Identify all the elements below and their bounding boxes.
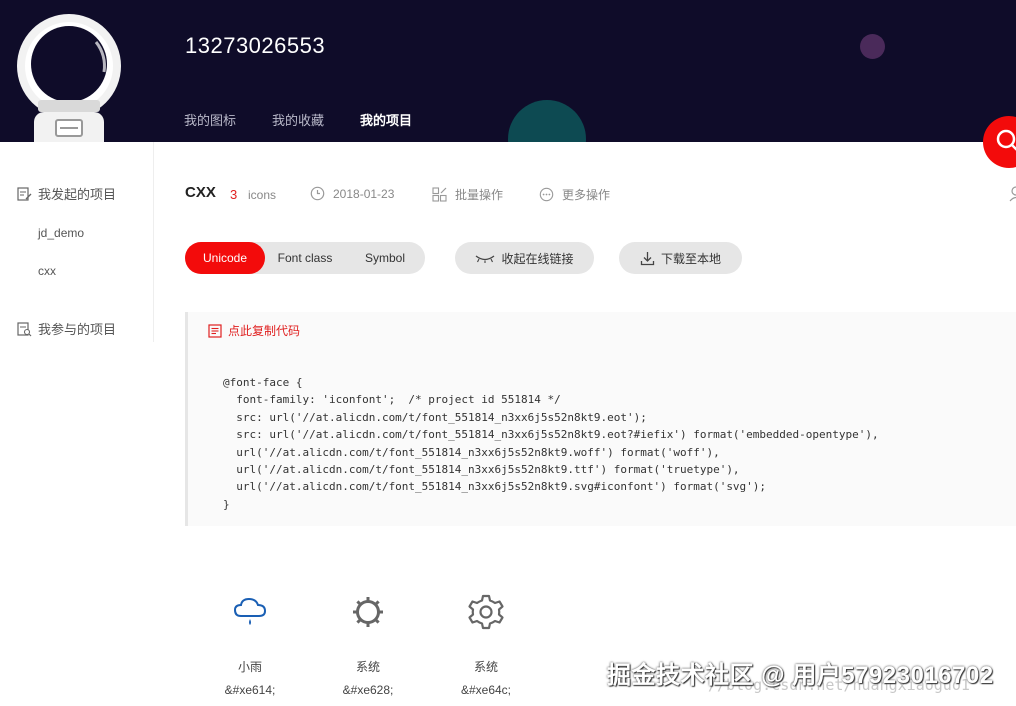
sidebar-section-label: 我发起的项目 xyxy=(38,187,117,202)
icon-count-unit: icons xyxy=(248,188,277,202)
batch-operations-label: 批量操作 xyxy=(455,188,504,202)
watermark: 掘金技术社区 @ 用户57923016702 xyxy=(607,662,994,689)
batch-operations-button[interactable]: 批量操作 xyxy=(432,186,503,203)
tab-symbol[interactable]: Symbol xyxy=(345,242,425,274)
decorative-planet-small xyxy=(860,34,885,59)
user-icon[interactable] xyxy=(1008,186,1016,202)
collapse-online-link-label: 收起在线链接 xyxy=(501,251,574,266)
icon-name: 系统 xyxy=(473,660,498,674)
icon-card[interactable]: 系统 &#xe64c; xyxy=(446,590,526,697)
search-doc-icon xyxy=(17,321,32,336)
username: 13273026553 xyxy=(185,33,326,58)
cloud-rain-icon xyxy=(233,597,267,625)
more-operations-button[interactable]: 更多操作 xyxy=(539,186,610,203)
sidebar-section-joined-projects[interactable]: 我参与的项目 xyxy=(16,319,116,338)
sidebar-section-label: 我参与的项目 xyxy=(38,322,117,337)
download-icon xyxy=(640,251,655,265)
tab-font-class[interactable]: Font class xyxy=(265,242,345,274)
copy-code-button[interactable]: 点此复制代码 xyxy=(208,322,300,339)
sidebar-item-cxx[interactable]: cxx xyxy=(38,264,56,278)
format-tabs: Unicode Font class Symbol xyxy=(185,242,425,274)
tab-my-favorites[interactable]: 我的收藏 xyxy=(272,110,324,142)
icon-codepoint: &#xe614; xyxy=(224,683,276,697)
more-operations-label: 更多操作 xyxy=(562,188,611,202)
grid-edit-icon xyxy=(432,187,447,202)
sidebar-item-jd-demo[interactable]: jd_demo xyxy=(38,226,84,240)
icon-name: 系统 xyxy=(355,660,380,674)
tab-unicode[interactable]: Unicode xyxy=(185,242,265,274)
icon-card[interactable]: 小雨 &#xe614; xyxy=(210,590,290,697)
project-sidebar: 我发起的项目 jd_demo cxx 我参与的项目 xyxy=(0,142,154,342)
edit-doc-icon xyxy=(17,186,32,201)
tab-my-icons[interactable]: 我的图标 xyxy=(184,110,236,142)
decorative-planet xyxy=(508,100,586,142)
gear-outline-icon xyxy=(353,597,383,627)
sidebar-section-my-projects[interactable]: 我发起的项目 xyxy=(16,184,116,203)
gear-icon xyxy=(468,594,504,630)
search-icon xyxy=(996,129,1016,151)
project-date-text: 2018-01-23 xyxy=(333,186,395,201)
project-name: CXX xyxy=(185,184,216,201)
more-dots-icon xyxy=(539,187,554,202)
collapse-online-link-button[interactable]: 收起在线链接 xyxy=(455,242,594,274)
icon-card[interactable]: 系统 &#xe628; xyxy=(328,590,408,697)
icon-codepoint: &#xe628; xyxy=(342,683,394,697)
icon-codepoint: &#xe64c; xyxy=(460,683,512,697)
icon-name: 小雨 xyxy=(237,660,262,674)
profile-nav: 我的图标 我的收藏 我的项目 xyxy=(184,110,448,142)
tab-my-projects[interactable]: 我的项目 xyxy=(360,110,412,142)
profile-header: 13273026553 我的图标 我的收藏 我的项目 xyxy=(0,0,1016,142)
copy-code-label: 点此复制代码 xyxy=(228,324,301,338)
eye-closed-icon xyxy=(476,255,495,263)
astronaut-avatar-icon xyxy=(17,14,121,142)
clock-icon xyxy=(310,186,325,201)
font-face-code: @font-face { font-family: 'iconfont'; /*… xyxy=(223,376,879,511)
download-local-label: 下载至本地 xyxy=(660,251,721,266)
icon-count: 3 xyxy=(230,187,238,202)
copy-doc-icon xyxy=(208,323,222,338)
project-date: 2018-01-23 xyxy=(310,186,394,201)
download-local-button[interactable]: 下载至本地 xyxy=(619,242,742,274)
